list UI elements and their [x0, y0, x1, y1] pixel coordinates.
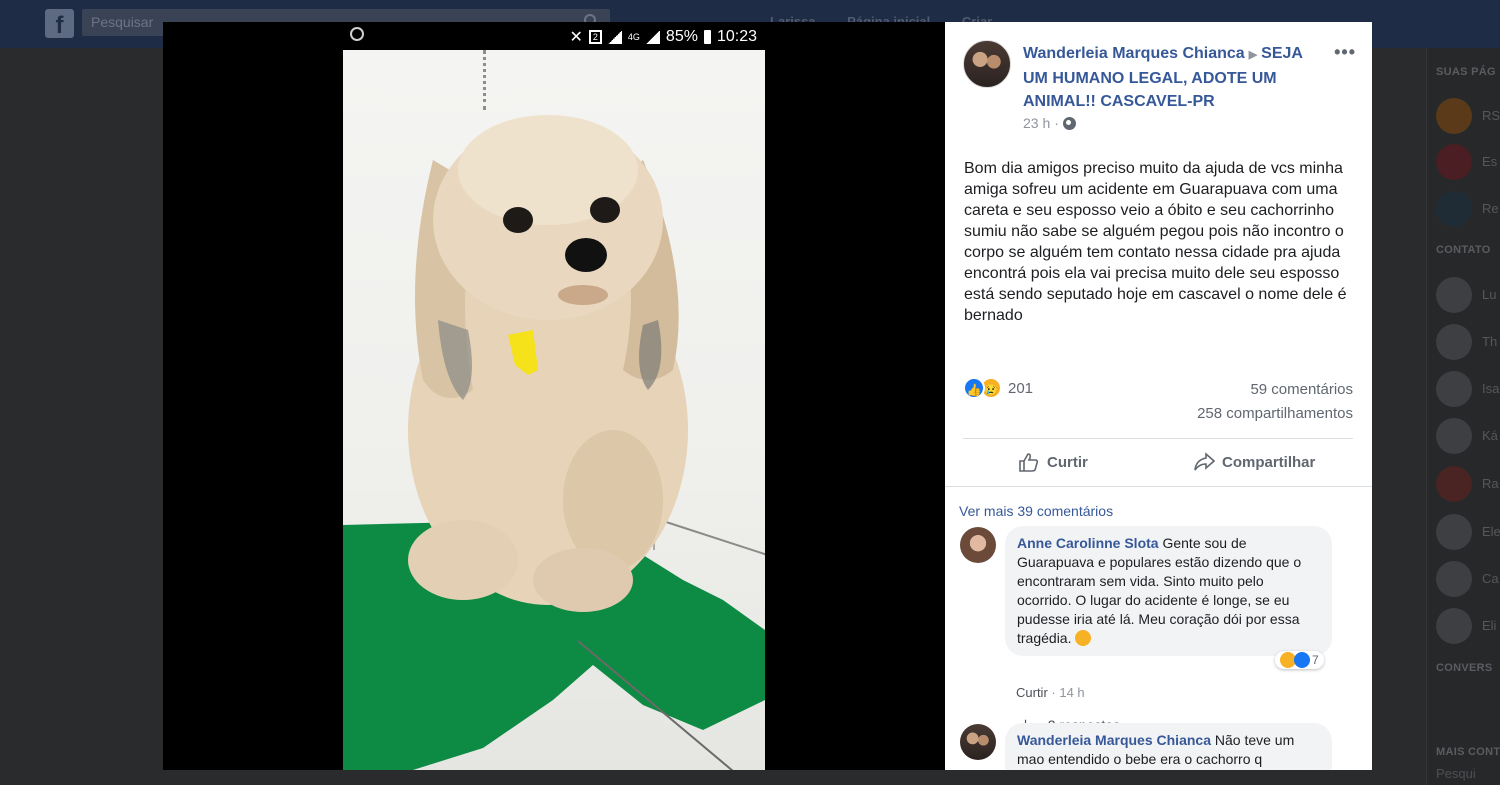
contact-item[interactable]: Th	[1436, 324, 1498, 360]
contact-item[interactable]: Lu	[1436, 277, 1496, 313]
reactions-summary[interactable]: 👍 😢 201	[963, 377, 1033, 399]
network-label: 4G	[627, 32, 640, 42]
search-placeholder: Pesquisar	[91, 14, 154, 30]
contact-item[interactable]: Ca	[1436, 561, 1499, 597]
contact-name: Ele	[1482, 524, 1500, 539]
avatar	[1436, 277, 1472, 313]
right-sidebar: SUAS PÁG RS Es Re CONTATO Lu Th Isa Ká R…	[1426, 48, 1500, 785]
contact-item[interactable]: Ra	[1436, 466, 1499, 502]
phone-status-bar: ✕ 2 4G 85% 10:23	[343, 22, 765, 50]
more-contacts-heading: MAIS CONTA	[1436, 746, 1500, 758]
page-name: Re	[1482, 201, 1499, 216]
avatar	[1436, 324, 1472, 360]
commenter-name[interactable]: Anne Carolinne Slota	[1017, 535, 1159, 551]
avatar	[1436, 608, 1472, 644]
more-options-icon[interactable]: •••	[1334, 42, 1356, 63]
contact-name: Th	[1482, 334, 1498, 349]
avatar	[1436, 144, 1472, 180]
avatar	[1436, 191, 1472, 227]
shares-count-link[interactable]: 258 compartilhamentos	[1197, 405, 1353, 422]
chat-search-input[interactable]: Pesqui	[1436, 766, 1476, 781]
see-more-comments-link[interactable]: Ver mais 39 comentários	[959, 503, 1113, 519]
like-button[interactable]: Curtir	[1018, 452, 1088, 472]
signal-icon	[645, 30, 660, 44]
contact-name: Ra	[1482, 476, 1499, 491]
conversations-heading: CONVERS	[1436, 662, 1493, 674]
settings-icon	[350, 27, 364, 41]
page-item[interactable]: Es	[1436, 144, 1498, 180]
contact-item[interactable]: Ká	[1436, 418, 1498, 454]
signal-icon	[607, 30, 622, 44]
page-name: Es	[1482, 154, 1498, 169]
like-reaction-icon: 👍	[963, 377, 985, 399]
avatar	[1436, 98, 1472, 134]
avatar	[1436, 514, 1472, 550]
facebook-logo-icon[interactable]: f	[45, 9, 74, 39]
comment-reactions[interactable]: 7	[1275, 651, 1324, 669]
battery-percent: 85%	[665, 28, 698, 45]
comment-text: Gente sou de Guarapuava e populares estã…	[1017, 535, 1302, 646]
comment-timestamp[interactable]: 14 h	[1059, 685, 1084, 700]
comment-bubble: Wanderleia Marques Chianca Não teve um m…	[1005, 723, 1332, 770]
page-name: RS	[1482, 108, 1500, 123]
page-item[interactable]: RS	[1436, 98, 1500, 134]
avatar[interactable]	[960, 527, 996, 563]
commenter-name[interactable]: Wanderleia Marques Chianca	[1017, 732, 1211, 748]
contact-name: Ká	[1482, 428, 1498, 443]
photo-lightbox: ✕ 2 4G 85% 10:23	[163, 22, 945, 770]
post-body: Bom dia amigos preciso muito da ajuda de…	[964, 160, 1347, 324]
divider	[963, 438, 1353, 439]
mute-icon: ✕	[569, 29, 583, 46]
phone-screenshot: ✕ 2 4G 85% 10:23	[343, 22, 765, 770]
contacts-heading: CONTATO	[1436, 244, 1491, 256]
post-meta: 23 h ·	[1023, 115, 1076, 131]
comments-count-link[interactable]: 59 comentários	[1250, 381, 1353, 398]
comment-reaction-count: 7	[1312, 653, 1319, 667]
avatar	[1436, 561, 1472, 597]
comment-meta: Curtir · 14 h	[1016, 685, 1085, 700]
avatar[interactable]	[960, 724, 996, 760]
share-button-label: Compartilhar	[1222, 453, 1316, 471]
thumbs-up-icon	[1019, 453, 1039, 472]
battery-icon	[703, 30, 711, 44]
author-avatar[interactable]	[963, 40, 1011, 88]
contact-item[interactable]: Eli	[1436, 608, 1496, 644]
avatar	[1436, 466, 1472, 502]
like-button-label: Curtir	[1047, 453, 1088, 471]
dog-photo	[343, 50, 765, 770]
author-name-link[interactable]: Wanderleia Marques Chianca	[1023, 45, 1245, 62]
clock: 10:23	[716, 28, 757, 45]
like-reaction-icon	[1294, 652, 1310, 668]
comment-bubble: Anne Carolinne Slota Gente sou de Guarap…	[1005, 526, 1332, 656]
globe-icon	[1062, 116, 1076, 130]
reactions-count: 201	[1008, 379, 1034, 397]
status-indicators: ✕ 2 4G 85% 10:23	[570, 27, 758, 47]
avatar	[1436, 371, 1472, 407]
contact-name: Ca	[1482, 571, 1499, 586]
page-item[interactable]: Re	[1436, 191, 1499, 227]
post-panel: Wanderleia Marques Chianca ▶ SEJA UM HUMAN…	[945, 22, 1372, 770]
avatar	[1436, 418, 1472, 454]
sad-face-emoji-icon	[1075, 630, 1092, 646]
post-header: Wanderleia Marques Chianca ▶ SEJA UM HUMAN…	[1023, 42, 1323, 113]
contact-item[interactable]: Ele	[1436, 514, 1500, 550]
contact-item[interactable]: Isa	[1436, 371, 1500, 407]
separator-dot: ·	[1054, 115, 1059, 131]
share-arrow-icon	[1194, 452, 1215, 471]
contact-name: Lu	[1482, 287, 1497, 302]
sim-icon: 2	[588, 30, 602, 44]
contact-name: Eli	[1482, 618, 1497, 633]
comment-like-link[interactable]: Curtir	[1016, 685, 1048, 700]
share-button[interactable]: Compartilhar	[1193, 452, 1315, 472]
dog-illustration	[408, 115, 688, 612]
post-timestamp[interactable]: 23 h	[1023, 115, 1050, 131]
arrow-right-icon: ▶	[1248, 49, 1258, 61]
pages-heading: SUAS PÁG	[1436, 66, 1496, 78]
comments-section: Ver mais 39 comentários Anne Carolinne S…	[945, 487, 1372, 770]
contact-name: Isa	[1482, 381, 1500, 396]
